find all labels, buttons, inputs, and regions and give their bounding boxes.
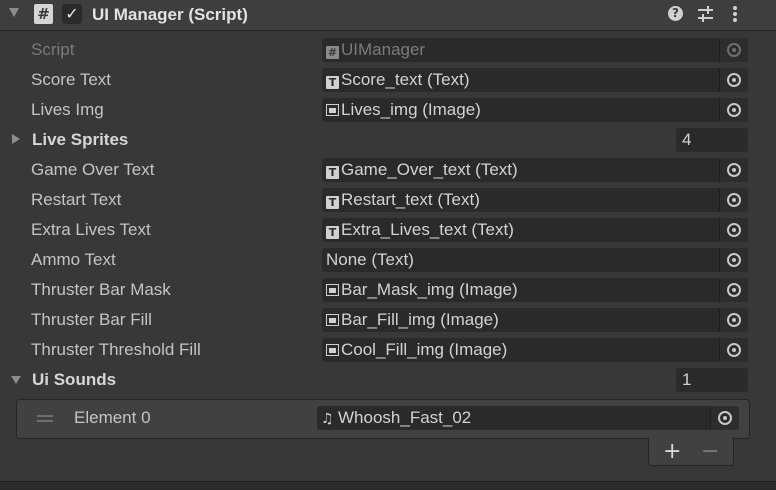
- extra-lives-text-object-field[interactable]: T Extra_Lives_text (Text): [322, 218, 748, 242]
- object-picker-icon[interactable]: [719, 278, 748, 302]
- property-row-thruster-threshold-fill: Thruster Threshold Fill Cool_Fill_img (I…: [0, 335, 776, 365]
- script-icon: #: [326, 46, 339, 59]
- kebab-menu-icon[interactable]: [729, 4, 741, 24]
- property-row-extra-lives-text: Extra Lives Text T Extra_Lives_text (Text…: [0, 215, 776, 245]
- ammo-text-object-field[interactable]: None (Text): [322, 248, 748, 272]
- object-picker-icon[interactable]: [719, 248, 748, 272]
- text-icon: T: [326, 196, 339, 209]
- object-picker-icon[interactable]: [719, 68, 748, 92]
- object-picker-icon[interactable]: [719, 158, 748, 182]
- property-label: Thruster Bar Fill: [31, 310, 152, 329]
- thruster-threshold-fill-object-field[interactable]: Cool_Fill_img (Image): [322, 338, 748, 362]
- property-label: Thruster Bar Mask: [31, 280, 171, 299]
- array-label[interactable]: Live Sprites: [32, 130, 128, 150]
- text-icon: T: [326, 76, 339, 89]
- image-icon: [326, 284, 339, 296]
- list-footer: + −: [648, 437, 734, 466]
- object-picker-icon[interactable]: [719, 338, 748, 362]
- field-value: Extra_Lives_text (Text): [341, 220, 514, 239]
- restart-text-object-field[interactable]: T Restart_text (Text): [322, 188, 748, 212]
- image-icon: [326, 344, 339, 356]
- property-row-game-over-text: Game Over Text T Game_Over_text (Text): [0, 155, 776, 185]
- audio-clip-icon: ♫: [321, 411, 334, 427]
- property-label: Thruster Threshold Fill: [31, 340, 201, 359]
- property-row-thruster-bar-fill: Thruster Bar Fill Bar_Fill_img (Image): [0, 305, 776, 335]
- audio-clip-object-field[interactable]: ♫ Whoosh_Fast_02: [317, 406, 739, 430]
- component-foldout-arrow-icon[interactable]: [9, 8, 19, 17]
- property-row-ui-sounds[interactable]: Ui Sounds 1: [0, 365, 776, 395]
- object-picker-icon[interactable]: [719, 188, 748, 212]
- property-label: Game Over Text: [31, 160, 155, 179]
- property-row-script: Script # UIManager: [0, 35, 776, 65]
- field-value: Bar_Fill_img (Image): [341, 310, 499, 329]
- list-element-label: Element 0: [74, 408, 151, 427]
- property-label: Score Text: [31, 70, 112, 89]
- image-icon: [326, 314, 339, 326]
- drag-handle-icon[interactable]: [37, 415, 53, 423]
- component-header[interactable]: # ✓ UI Manager (Script) ?: [0, 0, 776, 31]
- presets-sliders-icon[interactable]: [697, 6, 714, 23]
- object-picker-icon[interactable]: [719, 308, 748, 332]
- object-picker-icon[interactable]: [719, 218, 748, 242]
- property-row-lives-img: Lives Img Lives_img (Image): [0, 95, 776, 125]
- property-label: Extra Lives Text: [31, 220, 151, 239]
- script-component-icon: #: [34, 4, 53, 24]
- game-over-text-object-field[interactable]: T Game_Over_text (Text): [322, 158, 748, 182]
- foldout-collapsed-icon[interactable]: [12, 134, 20, 144]
- score-text-object-field[interactable]: T Score_text (Text): [322, 68, 748, 92]
- property-label: Ammo Text: [31, 250, 116, 269]
- text-icon: T: [326, 226, 339, 239]
- field-value: None (Text): [326, 250, 414, 269]
- property-row-restart-text: Restart Text T Restart_text (Text): [0, 185, 776, 215]
- text-icon: T: [326, 166, 339, 179]
- script-object-field: # UIManager: [322, 38, 748, 62]
- field-value: Score_text (Text): [341, 70, 470, 89]
- component-title: UI Manager (Script): [92, 5, 248, 24]
- array-size-field[interactable]: 4: [676, 128, 748, 152]
- object-picker-icon[interactable]: [719, 98, 748, 122]
- array-size-value: 4: [682, 130, 692, 149]
- field-value: UIManager: [341, 40, 426, 59]
- field-value: Lives_img (Image): [341, 100, 481, 119]
- array-size-field[interactable]: 1: [676, 368, 748, 392]
- add-element-button[interactable]: +: [663, 439, 681, 464]
- property-row-score-text: Score Text T Score_text (Text): [0, 65, 776, 95]
- remove-element-button[interactable]: −: [701, 439, 719, 464]
- property-row-ammo-text: Ammo Text None (Text): [0, 245, 776, 275]
- thruster-bar-mask-object-field[interactable]: Bar_Mask_img (Image): [322, 278, 748, 302]
- field-value: Game_Over_text (Text): [341, 160, 518, 179]
- thruster-bar-fill-object-field[interactable]: Bar_Fill_img (Image): [322, 308, 748, 332]
- property-row-thruster-bar-mask: Thruster Bar Mask Bar_Mask_img (Image): [0, 275, 776, 305]
- property-label: Lives Img: [31, 100, 104, 119]
- lives-img-object-field[interactable]: Lives_img (Image): [322, 98, 748, 122]
- field-value: Cool_Fill_img (Image): [341, 340, 508, 359]
- image-icon: [326, 104, 339, 116]
- array-label[interactable]: Ui Sounds: [32, 370, 116, 390]
- object-picker-icon: [719, 38, 748, 62]
- ui-sounds-list: Element 0 ♫ Whoosh_Fast_02: [16, 399, 750, 439]
- field-value: Whoosh_Fast_02: [338, 408, 472, 427]
- help-icon[interactable]: ?: [668, 6, 683, 21]
- property-row-live-sprites[interactable]: Live Sprites 4: [0, 125, 776, 155]
- field-value: Restart_text (Text): [341, 190, 480, 209]
- property-label: Script: [31, 40, 75, 59]
- component-enabled-checkbox[interactable]: ✓: [62, 4, 82, 24]
- field-value: Bar_Mask_img (Image): [341, 280, 518, 299]
- array-size-value: 1: [682, 370, 692, 389]
- property-label: Restart Text: [31, 190, 122, 209]
- foldout-expanded-icon[interactable]: [11, 376, 21, 384]
- object-picker-icon[interactable]: [710, 406, 739, 430]
